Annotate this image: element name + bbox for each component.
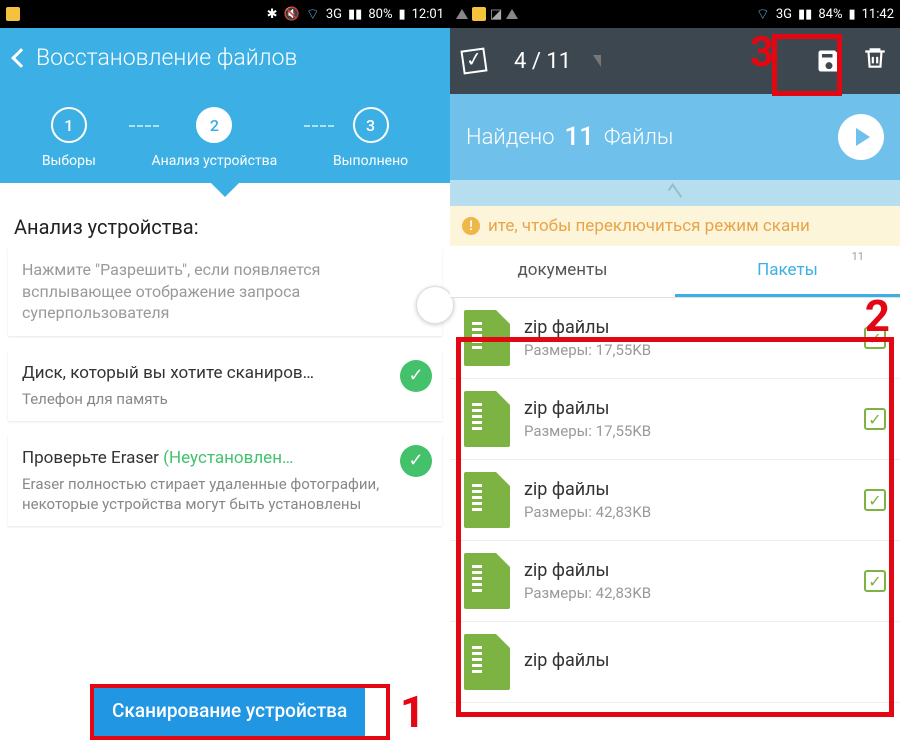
back-icon[interactable] [11,48,31,68]
card-title: Диск, который вы хотите сканиров… [22,362,394,385]
tab-label: Пакеты [757,260,818,280]
card-text: Нажмите "Разрешить", если появляется всп… [22,259,394,324]
annotation-number-2: 2 [865,290,890,342]
battery-percent: 80% [368,7,392,22]
statusbar-left: ✱ 🔇 ⌔ 3G ▮▮ 80% ▮ 12:01 [0,0,450,28]
step-3[interactable]: 3 Выполнено [333,107,408,169]
analysis-heading: Анализ устройства: [0,197,450,247]
battery-percent: 84% [818,7,842,22]
warning-icon [456,9,468,19]
card-permission: Нажмите "Разрешить", если появляется всп… [8,247,442,336]
notice-bar[interactable]: ! ите, чтобы переключиться режим скани [450,206,900,246]
chevron-up-icon [668,183,682,203]
annotation-box-3 [772,34,842,96]
card-title-part: Проверьте Eraser [22,448,163,468]
clock: 12:01 [412,7,444,22]
collapse-handle[interactable] [450,180,900,206]
bluetooth-icon: ✱ [267,7,278,22]
page-title: Восстановление файлов [36,44,297,71]
found-label: Найдено [466,125,554,150]
found-count: 11 [564,122,594,152]
step-divider [304,125,334,127]
card-eraser[interactable]: Проверьте Eraser (Неустановлен… Eraser п… [8,435,442,526]
save-small-icon: ◪ [490,7,502,22]
app-indicator-icon [6,7,20,21]
dropdown-icon[interactable] [593,55,601,67]
info-list: Нажмите "Разрешить", если появляется всп… [0,247,450,526]
step-2[interactable]: 2 Анализ устройства [152,107,278,169]
active-step-pointer-icon [211,183,239,197]
warning-icon [506,9,518,19]
annotation-number-1: 1 [400,686,425,738]
network-type: 3G [326,7,342,22]
card-title-status: (Неустановлен… [163,448,293,468]
card-subtitle: Телефон для память [22,389,394,409]
header-left: Восстановление файлов 1 Выборы 2 Анализ … [0,28,450,183]
pane-left: ✱ 🔇 ⌔ 3G ▮▮ 80% ▮ 12:01 Восстановление ф… [0,0,450,750]
signal-icon: ▮▮ [798,7,812,22]
delete-icon[interactable] [862,45,888,78]
found-label-b: Файлы [604,125,673,150]
info-icon: ! [462,217,480,235]
card-subtitle: Eraser полностью стирает удаленные фотог… [22,474,394,515]
app-indicator-icon [472,7,486,21]
step-number: 1 [51,107,87,143]
step-label: Выборы [42,153,96,169]
tabs: документы Пакеты 11 [450,246,900,298]
step-divider [129,125,159,127]
battery-icon: ▮ [848,7,855,22]
step-1[interactable]: 1 Выборы [42,107,96,169]
step-number: 2 [196,107,232,143]
tab-documents[interactable]: документы [450,246,675,297]
selection-count: 4 / 11 [514,49,571,74]
mute-icon: 🔇 [284,7,300,22]
found-row: Найдено 11 Файлы [450,94,900,180]
file-name: zip файлы [524,317,651,338]
step-number: 3 [353,107,389,143]
play-button[interactable] [838,114,884,160]
steps-row: 1 Выборы 2 Анализ устройства 3 Выполнено [14,89,436,183]
check-icon: ✓ [400,360,432,392]
annotation-box-1 [90,684,390,740]
wifi-icon: ⌔ [306,5,320,24]
notice-text: ите, чтобы переключиться режим скани [488,216,810,236]
step-label: Выполнено [333,153,408,169]
annotation-box-2 [456,337,894,717]
tab-label: документы [518,260,608,280]
floating-widget-icon[interactable] [416,286,454,324]
step-label: Анализ устройства [152,153,278,169]
signal-icon: ▮▮ [348,7,362,22]
card-disk[interactable]: Диск, который вы хотите сканиров… Телефо… [8,350,442,421]
select-all-icon[interactable] [460,47,487,74]
wifi-icon: ⌔ [756,5,770,24]
clock: 11:42 [862,7,894,22]
card-title: Проверьте Eraser (Неустановлен… [22,447,394,470]
tab-badge: 11 [852,250,864,263]
statusbar-right: ◪ ⌔ 3G ▮▮ 84% ▮ 11:42 [450,0,900,28]
battery-icon: ▮ [398,7,405,22]
network-type: 3G [776,7,792,22]
annotation-number-3: 3 [750,28,774,77]
check-icon: ✓ [400,445,432,477]
